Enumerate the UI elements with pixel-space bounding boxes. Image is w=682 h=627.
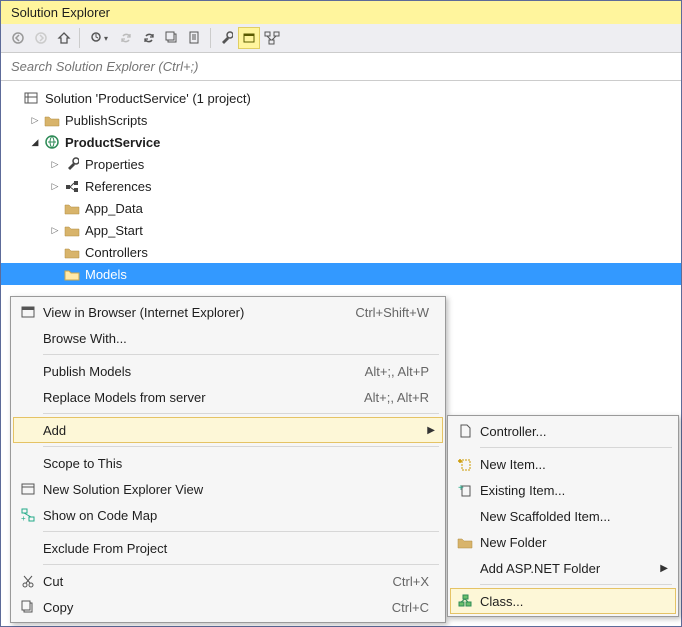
folder-icon	[63, 244, 81, 260]
submenu-aspfolder[interactable]: Add ASP.NET Folder ▶	[450, 555, 676, 581]
home-button[interactable]	[53, 27, 75, 49]
menu-separator	[480, 447, 672, 448]
menu-copy[interactable]: Copy Ctrl+C	[13, 594, 443, 620]
search-box[interactable]	[1, 53, 681, 81]
document-icon	[454, 424, 476, 438]
publishscripts-node[interactable]: ▷ PublishScripts	[1, 109, 681, 131]
expander-icon[interactable]: ▷	[49, 224, 61, 236]
node-label: ProductService	[65, 135, 160, 150]
properties-node[interactable]: ▷ Properties	[1, 153, 681, 175]
menu-replace[interactable]: Replace Models from server Alt+;, Alt+R	[13, 384, 443, 410]
node-label: Solution 'ProductService' (1 project)	[45, 91, 251, 106]
references-node[interactable]: ▷ References	[1, 175, 681, 197]
project-icon	[43, 134, 61, 150]
folder-icon	[43, 112, 61, 128]
expander-icon[interactable]: ◢	[29, 136, 41, 148]
folder-icon	[63, 222, 81, 238]
code-map-button[interactable]	[261, 27, 283, 49]
menu-exclude[interactable]: Exclude From Project	[13, 535, 443, 561]
node-label: Properties	[85, 157, 144, 172]
expander-icon	[49, 268, 61, 280]
submenu-newitem[interactable]: New Item...	[450, 451, 676, 477]
references-icon	[63, 178, 81, 194]
node-label: App_Data	[85, 201, 143, 216]
svg-text:+: +	[21, 514, 26, 522]
menu-view-in-browser[interactable]: View in Browser (Internet Explorer) Ctrl…	[13, 299, 443, 325]
node-label: Controllers	[85, 245, 148, 260]
toolbar: ▾	[1, 24, 681, 53]
context-menu: View in Browser (Internet Explorer) Ctrl…	[10, 296, 446, 623]
node-label: App_Start	[85, 223, 143, 238]
submenu-controller[interactable]: Controller...	[450, 418, 676, 444]
menu-browse-with[interactable]: Browse With...	[13, 325, 443, 351]
node-label: PublishScripts	[65, 113, 147, 128]
submenu-class[interactable]: Class...	[450, 588, 676, 614]
menu-cut[interactable]: Cut Ctrl+X	[13, 568, 443, 594]
expander-icon	[49, 246, 61, 258]
menu-add[interactable]: Add ▶	[13, 417, 443, 443]
codemap-icon: +	[17, 508, 39, 522]
cut-icon	[17, 574, 39, 588]
node-label: Models	[85, 267, 127, 282]
add-submenu: Controller... New Item... + Existing Ite…	[447, 415, 679, 617]
existing-item-icon: +	[454, 483, 476, 497]
appdata-node[interactable]: App_Data	[1, 197, 681, 219]
expander-icon[interactable]: ▷	[49, 158, 61, 170]
submenu-scaffold[interactable]: New Scaffolded Item...	[450, 503, 676, 529]
svg-text:+: +	[458, 483, 464, 494]
submenu-arrow-icon: ▶	[427, 425, 435, 436]
folder-icon	[454, 536, 476, 549]
class-icon	[454, 594, 476, 608]
copy-icon	[17, 600, 39, 614]
menu-separator	[43, 354, 439, 355]
menu-publish[interactable]: Publish Models Alt+;, Alt+P	[13, 358, 443, 384]
menu-codemap[interactable]: + Show on Code Map	[13, 502, 443, 528]
properties-button[interactable]	[215, 27, 237, 49]
menu-new-explorer[interactable]: New Solution Explorer View	[13, 476, 443, 502]
back-button[interactable]	[7, 27, 29, 49]
project-node[interactable]: ◢ ProductService	[1, 131, 681, 153]
menu-scope[interactable]: Scope to This	[13, 450, 443, 476]
submenu-newfolder[interactable]: New Folder	[450, 529, 676, 555]
expander-icon[interactable]: ▷	[49, 180, 61, 192]
collapse-all-button[interactable]	[161, 27, 183, 49]
folder-icon	[63, 266, 81, 282]
pending-changes-filter-button[interactable]: ▾	[84, 27, 114, 49]
controllers-node[interactable]: Controllers	[1, 241, 681, 263]
menu-separator	[480, 584, 672, 585]
wrench-icon	[63, 156, 81, 172]
expander-icon[interactable]: ▷	[29, 114, 41, 126]
browser-icon	[17, 305, 39, 319]
sync-button[interactable]	[115, 27, 137, 49]
expander-icon[interactable]	[9, 92, 21, 104]
menu-separator	[43, 564, 439, 565]
new-item-icon	[454, 457, 476, 471]
node-label: References	[85, 179, 151, 194]
refresh-button[interactable]	[138, 27, 160, 49]
menu-separator	[43, 413, 439, 414]
menu-separator	[43, 446, 439, 447]
folder-icon	[63, 200, 81, 216]
submenu-arrow-icon: ▶	[660, 563, 668, 574]
solution-icon	[23, 90, 41, 106]
models-node[interactable]: Models	[1, 263, 681, 285]
expander-icon	[49, 202, 61, 214]
explorer-icon	[17, 482, 39, 496]
panel-title: Solution Explorer	[1, 1, 681, 24]
search-input[interactable]	[9, 55, 673, 78]
appstart-node[interactable]: ▷ App_Start	[1, 219, 681, 241]
preview-button[interactable]	[238, 27, 260, 49]
menu-separator	[43, 531, 439, 532]
solution-node[interactable]: Solution 'ProductService' (1 project)	[1, 87, 681, 109]
show-all-files-button[interactable]	[184, 27, 206, 49]
forward-button[interactable]	[30, 27, 52, 49]
submenu-existingitem[interactable]: + Existing Item...	[450, 477, 676, 503]
